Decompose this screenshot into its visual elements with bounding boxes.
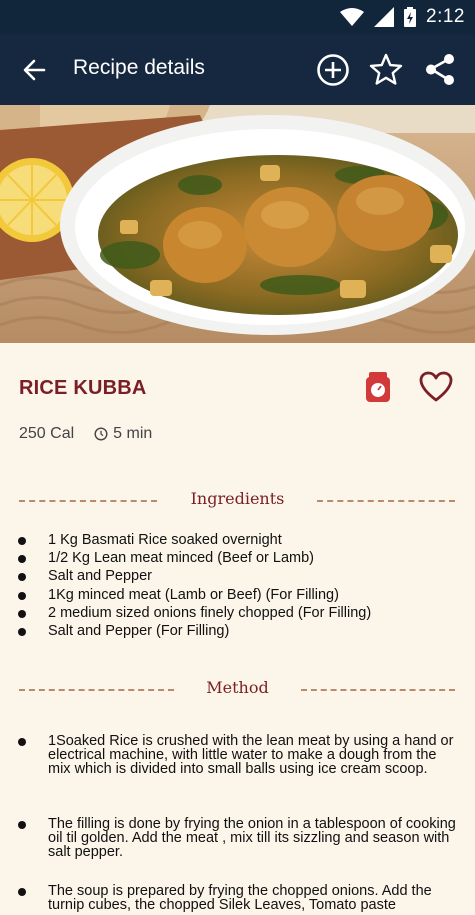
cell-signal-icon bbox=[374, 7, 395, 27]
recipe-meta: 250 Cal 5 min bbox=[19, 425, 152, 443]
divider bbox=[301, 689, 455, 691]
list-item: 2 medium sized onions finely chopped (Fo… bbox=[0, 605, 475, 623]
method-heading: Method bbox=[206, 678, 269, 697]
time-label: 5 min bbox=[113, 425, 153, 442]
ingredients-header: Ingredients bbox=[0, 489, 475, 513]
list-item: Salt and Pepper bbox=[0, 568, 475, 586]
clock-icon bbox=[94, 427, 108, 441]
ingredients-list: 1 Kg Basmati Rice soaked overnight 1/2 K… bbox=[0, 532, 475, 641]
recipe-photo-illustration bbox=[0, 105, 475, 343]
status-time: 2:12 bbox=[426, 6, 465, 27]
favorite-heart-icon[interactable] bbox=[419, 371, 453, 403]
bullet bbox=[18, 738, 26, 746]
wifi-icon bbox=[340, 8, 365, 26]
bullet bbox=[18, 821, 26, 829]
list-item: 1/2 Kg Lean meat minced (Beef or Lamb) bbox=[0, 550, 475, 568]
bullet bbox=[18, 888, 26, 896]
bullet bbox=[18, 555, 26, 564]
share-icon[interactable] bbox=[420, 50, 460, 90]
back-arrow-icon[interactable] bbox=[18, 54, 52, 86]
method-header: Method bbox=[0, 678, 475, 702]
list-item: Salt and Pepper (For Filling) bbox=[0, 623, 475, 641]
status-bar: 2:12 bbox=[0, 0, 475, 34]
divider bbox=[317, 500, 455, 502]
bullet bbox=[18, 573, 26, 582]
kitchen-scale-icon[interactable] bbox=[365, 371, 391, 403]
status-icons: 2:12 bbox=[340, 4, 465, 30]
star-icon[interactable] bbox=[366, 50, 406, 90]
bullet bbox=[18, 627, 26, 636]
bullet bbox=[18, 537, 26, 545]
recipe-name: RICE KUBBA bbox=[19, 377, 147, 399]
list-item: 1Kg minced meat (Lamb or Beef) (For Fill… bbox=[0, 587, 475, 605]
bullet bbox=[18, 591, 26, 600]
bullet bbox=[18, 609, 26, 618]
battery-charging-icon bbox=[404, 7, 417, 27]
ingredients-heading: Ingredients bbox=[190, 489, 285, 508]
calories-label: 250 Cal bbox=[19, 425, 75, 442]
app-bar: Recipe details bbox=[0, 34, 475, 105]
page-title: Recipe details bbox=[73, 56, 205, 79]
add-circle-icon[interactable] bbox=[313, 50, 353, 90]
recipe-photo bbox=[0, 105, 475, 343]
list-item: 1 Kg Basmati Rice soaked overnight bbox=[0, 532, 475, 550]
